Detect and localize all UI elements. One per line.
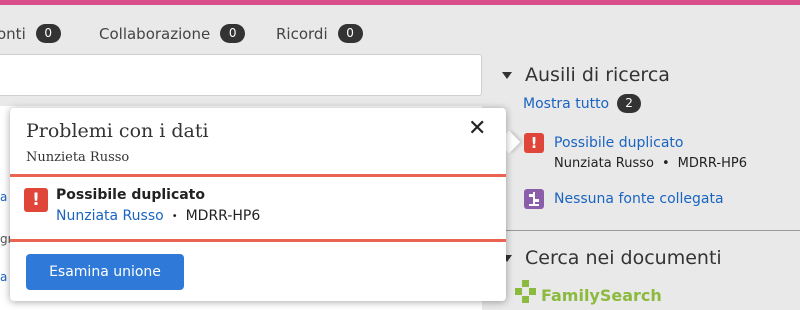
research-helps-title: Ausili di ricerca bbox=[525, 64, 670, 86]
issue-person-id: MDRR-HP6 bbox=[185, 208, 261, 224]
warning-icon: ! bbox=[524, 133, 544, 153]
count-badge: 0 bbox=[220, 24, 246, 43]
search-documents-title: Cerca nei documenti bbox=[525, 247, 722, 269]
issue-person-link[interactable]: Nunziata Russo bbox=[56, 208, 164, 224]
issue-bottom-border bbox=[10, 239, 506, 242]
familysearch-logo[interactable]: FamilySearch bbox=[515, 280, 662, 304]
close-icon[interactable]: ✕ bbox=[468, 116, 486, 141]
bullet: • bbox=[171, 210, 178, 222]
popover-title: Problemi con i dati bbox=[26, 120, 209, 142]
count-badge: 0 bbox=[35, 24, 61, 43]
show-all-row: Mostra tutto 2 bbox=[523, 94, 642, 113]
issue-title: Possibile duplicato bbox=[56, 187, 205, 203]
section-divider bbox=[482, 230, 800, 231]
duplicate-person-id: MDRR-HP6 bbox=[677, 156, 748, 171]
search-documents-header[interactable]: Cerca nei documenti bbox=[502, 247, 722, 269]
familysearch-logo-text: FamilySearch bbox=[541, 286, 662, 305]
duplicate-person-line: Nunziata Russo • MDRR-HP6 bbox=[554, 156, 747, 171]
data-problems-popover: Problemi con i dati Nunzieta Russo ✕ ! P… bbox=[10, 108, 506, 301]
familysearch-tree-icon bbox=[515, 280, 537, 304]
tree-icon bbox=[524, 189, 544, 209]
popover-subtitle: Nunzieta Russo bbox=[26, 150, 130, 165]
tab-sources[interactable]: onti 0 bbox=[0, 24, 61, 43]
bullet: • bbox=[662, 156, 670, 171]
show-all-count-badge: 2 bbox=[617, 94, 642, 113]
show-all-link[interactable]: Mostra tutto bbox=[523, 96, 609, 112]
tab-label: Collaborazione bbox=[99, 24, 211, 43]
research-helps-header[interactable]: Ausili di ricerca bbox=[502, 64, 670, 86]
tab-label: Ricordi bbox=[276, 24, 328, 43]
tab-label: onti bbox=[0, 24, 26, 43]
search-input[interactable] bbox=[0, 54, 482, 96]
tab-collaboration[interactable]: Collaborazione 0 bbox=[99, 24, 246, 43]
review-merge-button[interactable]: Esamina unione bbox=[26, 254, 184, 290]
partial-link[interactable]: a bbox=[0, 270, 7, 284]
no-source-link[interactable]: Nessuna fonte collegata bbox=[554, 191, 724, 207]
partial-link[interactable]: a bbox=[0, 190, 7, 204]
issue-top-border bbox=[10, 174, 506, 177]
warning-icon: ! bbox=[24, 188, 48, 212]
tab-memories[interactable]: Ricordi 0 bbox=[276, 24, 363, 43]
count-badge: 0 bbox=[337, 24, 363, 43]
possible-duplicate-link[interactable]: Possibile duplicato bbox=[554, 135, 683, 151]
issue-person-line: Nunziata Russo • MDRR-HP6 bbox=[56, 208, 260, 224]
tab-bar: onti 0 Collaborazione 0 Ricordi 0 bbox=[0, 5, 800, 57]
caret-down-icon bbox=[502, 71, 512, 79]
duplicate-person-name: Nunziata Russo bbox=[554, 156, 654, 171]
